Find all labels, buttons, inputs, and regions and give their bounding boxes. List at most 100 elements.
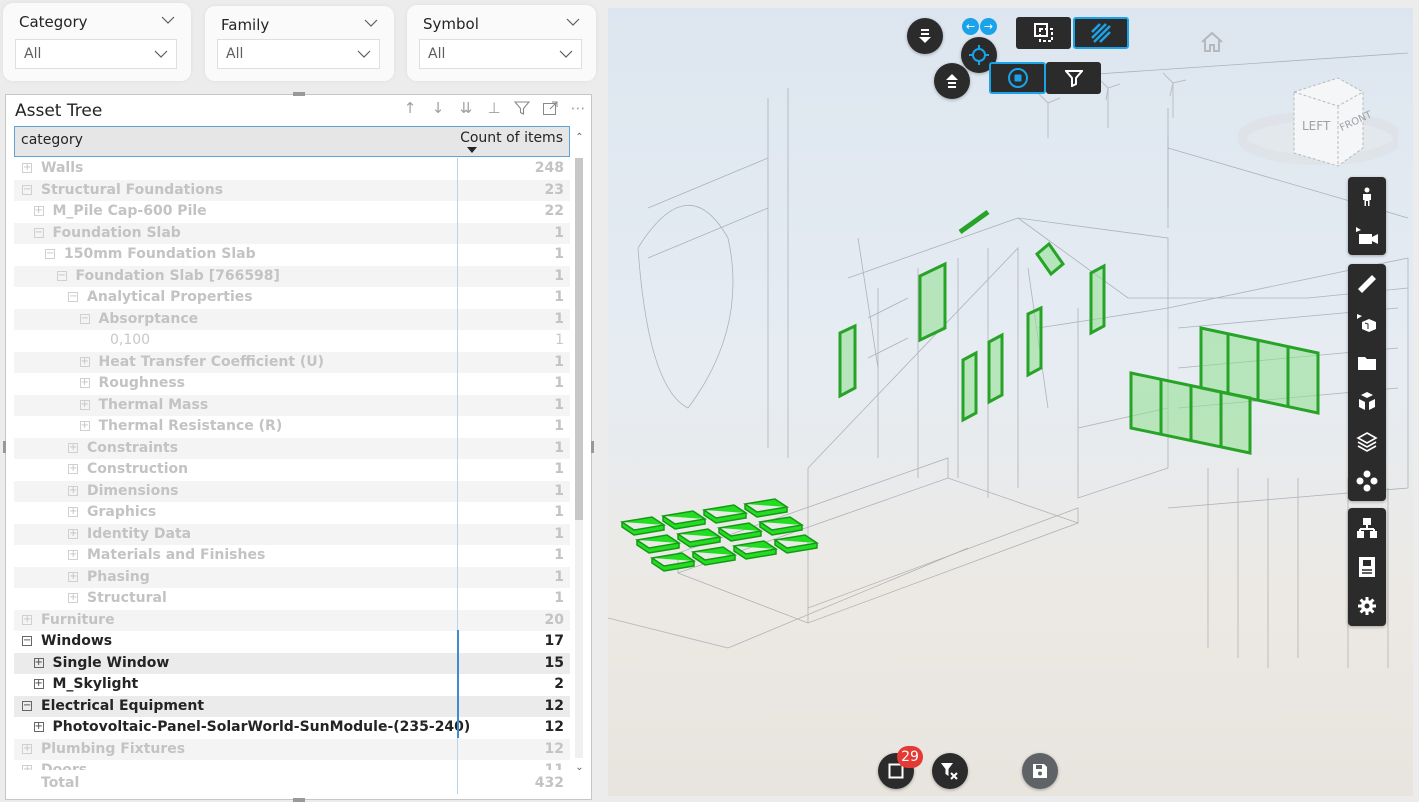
settings-button[interactable]: [1348, 587, 1386, 626]
chevron-down-icon[interactable]: [364, 16, 378, 30]
expand-icon[interactable]: +: [68, 507, 78, 517]
tree-row[interactable]: − Electrical Equipment 12: [14, 695, 570, 717]
scroll-thumb[interactable]: [575, 158, 583, 520]
tree-row[interactable]: + Furniture 20: [14, 609, 570, 631]
tree-row[interactable]: + Roughness 1: [14, 373, 570, 395]
expand-icon[interactable]: +: [68, 550, 78, 560]
expand-icon[interactable]: +: [22, 614, 32, 625]
solar-panel[interactable]: [702, 504, 748, 524]
expand-icon[interactable]: +: [22, 743, 32, 754]
tree-row[interactable]: + Phasing 1: [14, 566, 570, 588]
expand-icon[interactable]: +: [79, 421, 90, 431]
tree-row[interactable]: + Thermal Resistance (R) 1: [14, 416, 570, 438]
tree-row[interactable]: − Absorptance 1: [14, 308, 570, 330]
next-button[interactable]: →: [980, 18, 997, 35]
viewcube[interactable]: LEFT FRONT: [1238, 58, 1398, 168]
tree-row[interactable]: + Dimensions 1: [14, 480, 570, 502]
collapse-icon[interactable]: −: [22, 184, 32, 195]
filter-button[interactable]: [1046, 62, 1101, 94]
resize-handle-bottom[interactable]: [293, 798, 305, 802]
collapse-icon[interactable]: −: [22, 700, 32, 711]
model-tree-button[interactable]: [1348, 462, 1386, 502]
camera-button[interactable]: [1348, 216, 1386, 255]
tree-row[interactable]: + M_Skylight 2: [14, 674, 570, 696]
walk-button[interactable]: [1348, 177, 1386, 216]
tree-row[interactable]: −150mm Foundation Slab 1: [14, 244, 570, 266]
solar-panel[interactable]: [732, 540, 778, 560]
drill-icon[interactable]: ⊥: [485, 99, 503, 117]
expand-icon[interactable]: +: [33, 657, 44, 668]
expand-icon[interactable]: +: [79, 356, 90, 367]
expand-icon[interactable]: +: [68, 442, 78, 453]
tree-row[interactable]: + Single Window 15: [14, 652, 570, 674]
collapse-icon[interactable]: −: [45, 249, 55, 259]
expand-icon[interactable]: +: [22, 765, 32, 770]
tree-row[interactable]: + Materials and Finishes 1: [14, 545, 570, 567]
tree-row[interactable]: + Thermal Mass 1: [14, 394, 570, 416]
expand-icon[interactable]: +: [68, 528, 78, 539]
prev-button[interactable]: ←: [962, 18, 979, 35]
focus-mode-icon[interactable]: [541, 99, 559, 117]
tree-row[interactable]: + Plumbing Fixtures 12: [14, 738, 570, 760]
collapse-icon[interactable]: −: [56, 270, 67, 281]
expand-icon[interactable]: +: [68, 571, 78, 582]
resize-handle-right[interactable]: [591, 441, 594, 453]
column-header-category[interactable]: category: [21, 132, 83, 148]
tree-row[interactable]: + Identity Data 1: [14, 523, 570, 545]
section-box-button[interactable]: [1016, 17, 1071, 49]
collapse-icon[interactable]: −: [68, 292, 78, 302]
expand-icon[interactable]: +: [79, 399, 90, 410]
collapse-icon[interactable]: −: [22, 636, 32, 646]
folder-button[interactable]: [1348, 343, 1386, 383]
filter-icon[interactable]: [513, 99, 531, 117]
layers-button[interactable]: [1348, 422, 1386, 462]
clear-filter-button[interactable]: [932, 753, 968, 789]
collapse-icon[interactable]: −: [79, 313, 90, 324]
solar-panel[interactable]: [758, 516, 804, 536]
solar-panel[interactable]: [620, 516, 666, 536]
tree-row[interactable]: + Constraints 1: [14, 437, 570, 459]
section-button[interactable]: [1348, 304, 1386, 344]
category-dropdown[interactable]: All: [15, 39, 177, 69]
solar-panel[interactable]: [676, 528, 722, 548]
chevron-down-icon[interactable]: [161, 13, 175, 27]
resize-handle-top[interactable]: [293, 92, 305, 96]
measure-button[interactable]: [1348, 264, 1386, 304]
sort-up-icon[interactable]: ↑: [401, 99, 419, 117]
isolate-button[interactable]: [989, 62, 1046, 94]
expand-icon[interactable]: +: [79, 378, 90, 388]
scroll-up-icon[interactable]: ⌃: [574, 132, 585, 143]
tree-row[interactable]: 0,100 1: [14, 330, 570, 352]
more-options-icon[interactable]: ⋯: [569, 99, 587, 117]
vertical-scrollbar[interactable]: ⌃ ⌄: [574, 126, 585, 776]
solar-panel[interactable]: [743, 498, 789, 518]
solar-panel[interactable]: [691, 546, 737, 566]
scroll-down-icon[interactable]: ⌄: [574, 762, 585, 773]
solar-panel[interactable]: [635, 534, 681, 554]
chevron-down-icon[interactable]: [566, 15, 580, 29]
hierarchy-button[interactable]: [1348, 508, 1386, 547]
sort-down-icon[interactable]: ↓: [429, 99, 447, 117]
tree-row[interactable]: + Heat Transfer Coefficient (U) 1: [14, 351, 570, 373]
expand-all-icon[interactable]: ⇊: [457, 99, 475, 117]
tree-row[interactable]: + Photovoltaic-Panel-SolarWorld-SunModule…: [14, 717, 570, 739]
tree-row[interactable]: − Structural Foundations 23: [14, 179, 570, 201]
solar-panel[interactable]: [661, 510, 707, 530]
expand-icon[interactable]: +: [22, 163, 32, 173]
column-header-count[interactable]: Count of items: [460, 130, 563, 146]
home-icon[interactable]: [1199, 30, 1225, 54]
floor-down-button[interactable]: [907, 18, 943, 54]
xray-button[interactable]: [1073, 17, 1129, 49]
tree-row[interactable]: + M_Pile Cap-600 Pile 22: [14, 201, 570, 223]
solar-panel[interactable]: [650, 552, 696, 572]
tree-row[interactable]: + Structural 1: [14, 588, 570, 610]
expand-icon[interactable]: +: [33, 722, 44, 732]
tree-row[interactable]: + Walls 248: [14, 158, 570, 180]
tree-row[interactable]: + Doors 11: [14, 760, 570, 770]
collapse-icon[interactable]: −: [33, 227, 44, 238]
tree-row[interactable]: − Foundation Slab [766598] 1: [14, 265, 570, 287]
floor-up-button[interactable]: [934, 63, 970, 99]
solar-panel[interactable]: [773, 534, 819, 554]
save-view-button[interactable]: [1022, 753, 1058, 789]
properties-button[interactable]: [1348, 547, 1386, 586]
